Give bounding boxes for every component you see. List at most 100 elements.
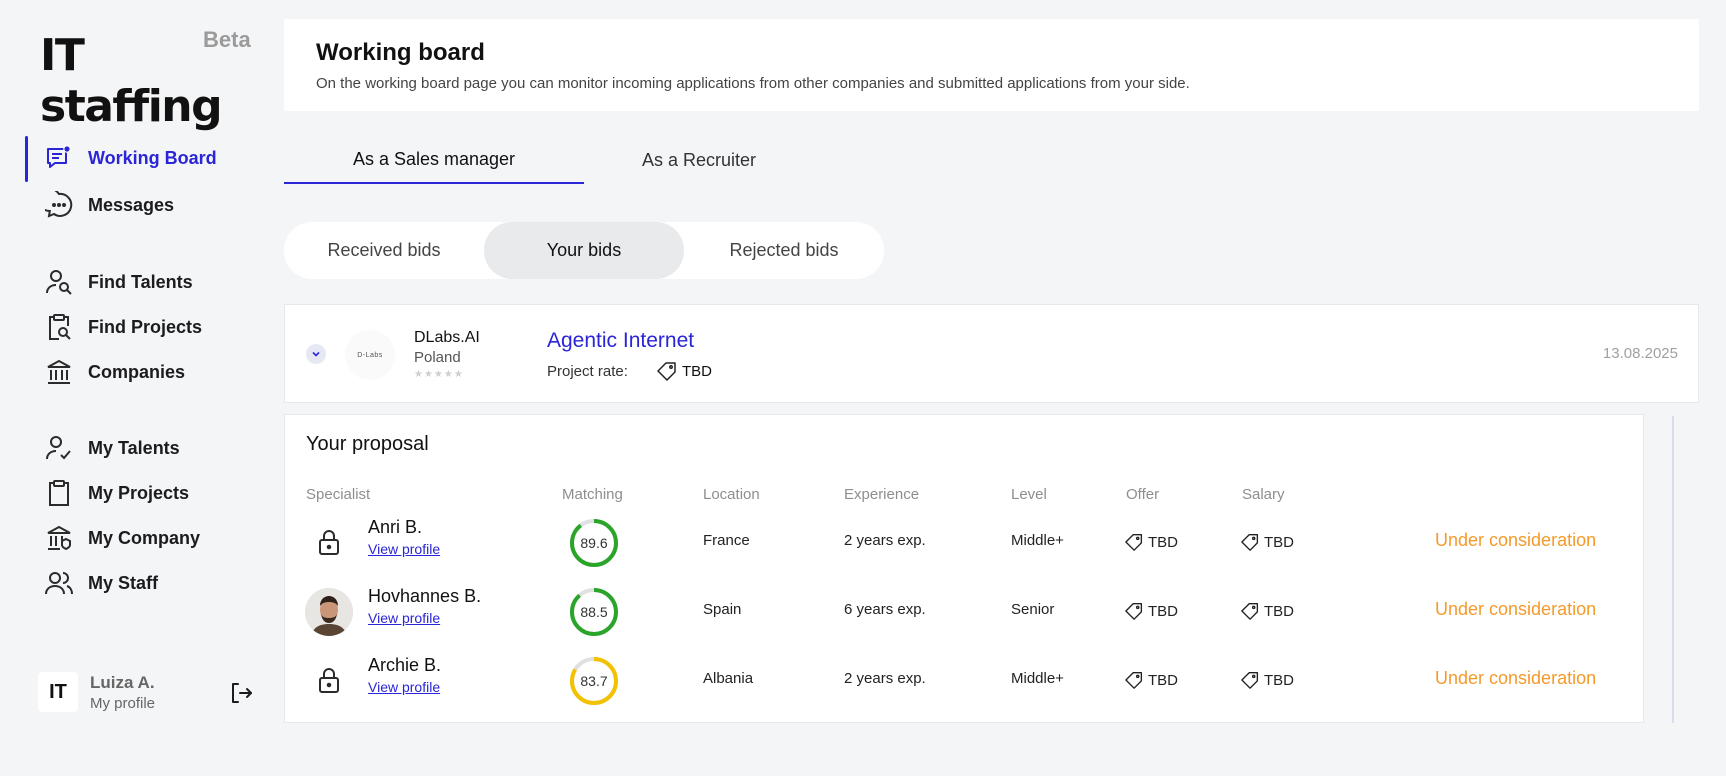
price-tag-icon: [1241, 672, 1259, 689]
salary-cell: TBD: [1241, 532, 1294, 552]
bid-card: D-Labs DLabs.AI Poland ★★★★★ Agentic Int…: [284, 304, 1699, 403]
sidebar-item-label: Find Projects: [88, 316, 203, 337]
price-tag-icon: [1241, 603, 1259, 620]
messages-icon: [44, 190, 74, 220]
specialist-name: Hovhannes B.: [368, 586, 482, 606]
salary-value: TBD: [1264, 533, 1294, 551]
bid-date: 13.08.2025: [1602, 345, 1678, 362]
sidebar-item-my-staff[interactable]: My Staff: [44, 566, 158, 600]
status-badge: Under consideration: [1435, 530, 1597, 550]
view-profile-link[interactable]: View profile: [368, 610, 440, 626]
proposal-panel: Your proposal Specialist Matching Locati…: [284, 414, 1644, 723]
sidebar: IT staffing Beta Working Board Messages …: [0, 0, 284, 776]
logout-icon[interactable]: [228, 680, 254, 706]
price-tag-icon: [657, 362, 676, 381]
sidebar-item-working-board[interactable]: Working Board: [44, 141, 217, 175]
my-projects-icon: [44, 478, 74, 508]
company-logo: D-Labs: [345, 330, 395, 380]
project-rate-value: TBD: [682, 362, 712, 380]
table-row: Anri B. View profile 89.6 France 2 years…: [285, 511, 1645, 573]
price-tag-icon: [1125, 672, 1143, 689]
company-rating: ★★★★★: [414, 369, 464, 380]
lock-icon: [315, 666, 343, 694]
tab-your-bids[interactable]: Your bids: [484, 222, 684, 279]
avatar: IT: [38, 672, 78, 712]
find-projects-icon: [44, 312, 74, 342]
offer-value: TBD: [1148, 533, 1178, 551]
offer-cell: TBD: [1125, 670, 1178, 690]
view-profile-link[interactable]: View profile: [368, 679, 440, 695]
price-tag-icon: [1125, 603, 1143, 620]
level-cell: Middle+: [1011, 670, 1064, 687]
project-name-link[interactable]: Agentic Internet: [547, 329, 694, 353]
companies-icon: [44, 357, 74, 387]
tab-rejected-bids[interactable]: Rejected bids: [684, 222, 884, 279]
tab-sales-manager[interactable]: As a Sales manager: [284, 136, 584, 184]
scroll-track[interactable]: [1672, 416, 1674, 723]
table-row: Hovhannes B. View profile 88.5 Spain 6 y…: [285, 580, 1645, 642]
column-header-location: Location: [703, 486, 760, 503]
sidebar-item-find-projects[interactable]: Find Projects: [44, 310, 202, 344]
column-header-specialist: Specialist: [306, 486, 371, 503]
offer-value: TBD: [1148, 671, 1178, 689]
specialist-name: Archie B.: [368, 655, 442, 675]
column-header-matching: Matching: [562, 486, 623, 503]
sidebar-item-my-projects[interactable]: My Projects: [44, 476, 189, 510]
view-profile-link[interactable]: View profile: [368, 541, 440, 557]
price-tag-icon: [1125, 534, 1143, 551]
sidebar-item-my-talents[interactable]: My Talents: [44, 431, 180, 465]
offer-cell: TBD: [1125, 601, 1178, 621]
experience-cell: 2 years exp.: [844, 670, 926, 687]
status-badge: Under consideration: [1435, 668, 1597, 688]
proposal-title: Your proposal: [306, 433, 429, 455]
salary-cell: TBD: [1241, 670, 1294, 690]
offer-cell: TBD: [1125, 532, 1178, 552]
offer-value: TBD: [1148, 602, 1178, 620]
price-tag-icon: [1241, 534, 1259, 551]
find-talents-icon: [44, 267, 74, 297]
tab-received-bids[interactable]: Received bids: [284, 222, 484, 279]
column-header-experience: Experience: [844, 486, 920, 503]
status-badge: Under consideration: [1435, 599, 1597, 619]
user-profile[interactable]: IT Luiza A. My profile: [38, 672, 155, 712]
sidebar-item-messages[interactable]: Messages: [44, 188, 174, 222]
salary-cell: TBD: [1241, 601, 1294, 621]
matching-score: 83.7: [580, 673, 608, 689]
page-subtitle: On the working board page you can monito…: [316, 75, 1190, 92]
sidebar-item-label: Find Talents: [88, 271, 193, 292]
my-staff-icon: [44, 568, 74, 598]
project-rate-label: Project rate:: [547, 363, 628, 380]
experience-cell: 2 years exp.: [844, 532, 926, 549]
page-title: Working board: [316, 39, 485, 66]
salary-value: TBD: [1264, 602, 1294, 620]
bid-tabs: Received bids Your bids Rejected bids: [284, 222, 884, 279]
my-profile-link[interactable]: My profile: [90, 695, 155, 712]
company-name: DLabs.AI: [414, 329, 480, 346]
beta-badge: Beta: [203, 27, 251, 52]
chevron-down-icon[interactable]: [306, 344, 326, 364]
tab-recruiter[interactable]: As a Recruiter: [584, 136, 814, 184]
project-rate: TBD: [657, 360, 712, 382]
sidebar-item-label: My Staff: [88, 572, 159, 593]
column-header-level: Level: [1011, 486, 1047, 503]
sidebar-item-label: Working Board: [88, 147, 217, 168]
profile-name: Luiza A.: [90, 672, 155, 692]
working-board-icon: [44, 143, 74, 173]
location-cell: Albania: [703, 670, 754, 687]
experience-cell: 6 years exp.: [844, 601, 926, 618]
matching-score: 88.5: [580, 604, 608, 620]
page-header: Working board On the working board page …: [284, 19, 1699, 111]
sidebar-item-find-talents[interactable]: Find Talents: [44, 265, 193, 299]
lock-icon: [315, 528, 343, 556]
brand-logo[interactable]: IT staffing Beta: [40, 27, 260, 132]
sidebar-item-companies[interactable]: Companies: [44, 355, 185, 389]
sidebar-item-label: Messages: [88, 194, 175, 215]
column-header-salary: Salary: [1242, 486, 1285, 503]
sidebar-item-my-company[interactable]: My Company: [44, 521, 200, 555]
location-cell: France: [703, 532, 750, 549]
avatar: [305, 588, 353, 636]
location-cell: Spain: [703, 601, 742, 618]
matching-score: 89.6: [580, 535, 608, 551]
specialist-name: Anri B.: [368, 517, 423, 537]
column-header-offer: Offer: [1126, 486, 1160, 503]
